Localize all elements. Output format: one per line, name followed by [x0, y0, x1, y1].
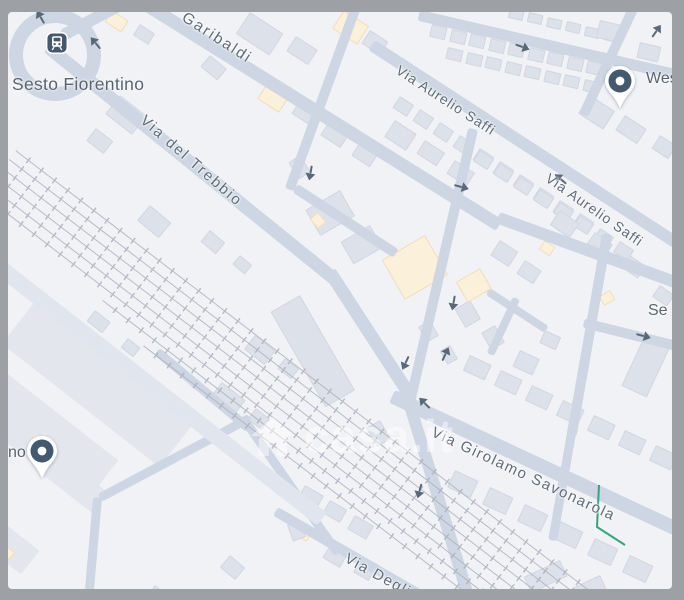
marker-west-label: Wes — [646, 70, 672, 88]
map-pin-west[interactable] — [603, 65, 637, 114]
train-station-icon[interactable] — [46, 32, 68, 54]
map-canvas[interactable]: Garibaldi Via del Trebbio Via Aurelio Sa… — [8, 12, 672, 589]
town-label: Sesto Fiorentino — [12, 74, 144, 95]
partial-place-label: Se — [648, 302, 668, 320]
marker-left-label: no — [8, 444, 26, 462]
map-pin-left[interactable] — [25, 435, 59, 484]
